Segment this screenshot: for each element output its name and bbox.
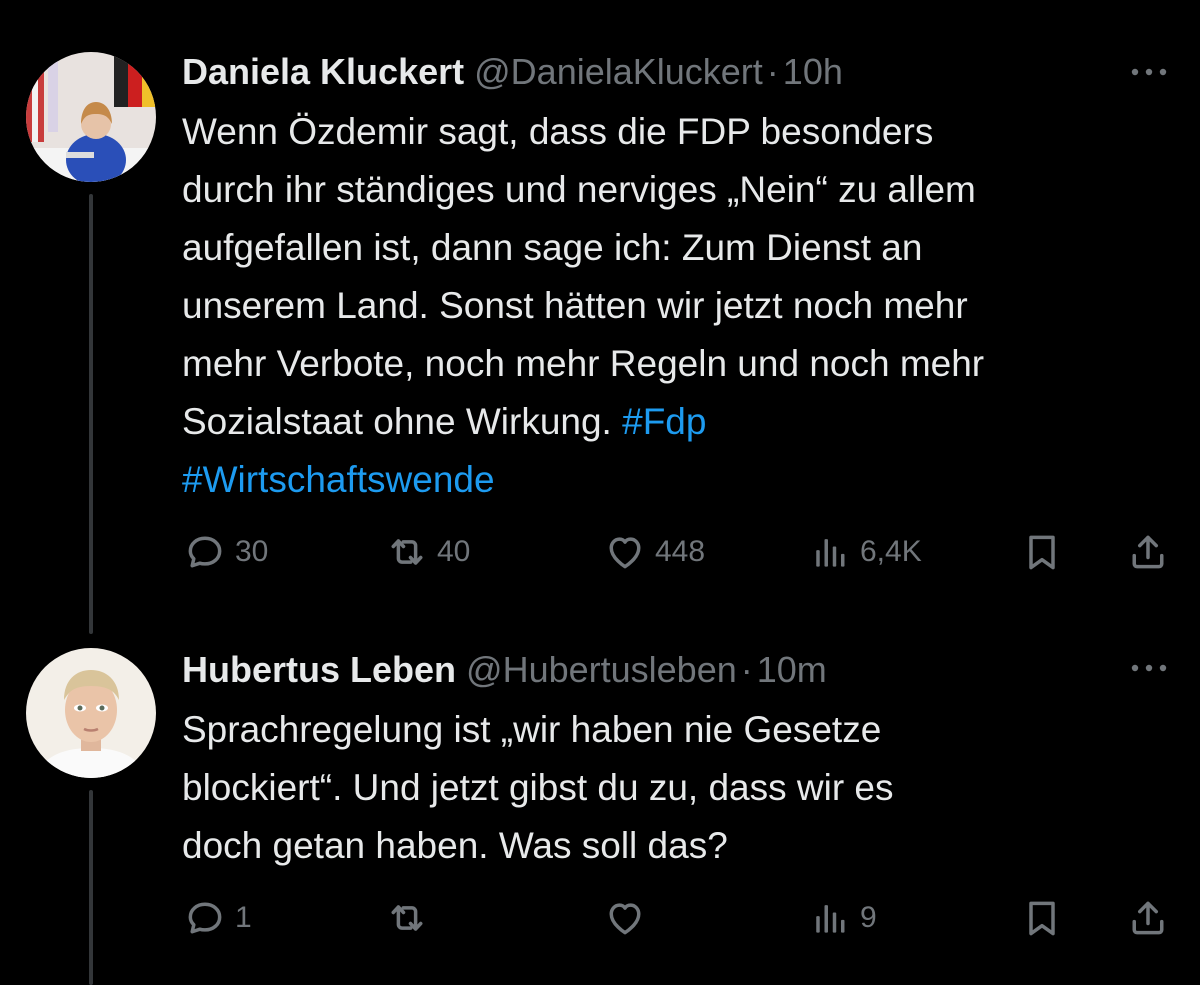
avatar-photo	[26, 648, 156, 778]
views-count: 6,4K	[860, 535, 922, 568]
share-button[interactable]	[1126, 893, 1170, 943]
tweet-header: Daniela Kluckert @DanielaKluckert · 10h	[182, 50, 843, 94]
repost-icon	[385, 530, 429, 574]
reply-icon	[183, 530, 227, 574]
reply-icon	[183, 896, 227, 940]
views-button[interactable]: 9	[808, 893, 877, 943]
views-icon	[808, 896, 852, 940]
separator: ·	[740, 649, 753, 690]
author-handle[interactable]: @Hubertusleben	[466, 649, 737, 690]
thread-line	[89, 790, 93, 985]
separator: ·	[766, 51, 779, 92]
avatar[interactable]	[26, 52, 156, 182]
more-horizontal-icon	[1131, 68, 1167, 76]
repost-button[interactable]	[385, 893, 437, 943]
avatar[interactable]	[26, 648, 156, 778]
tweet-body: Wenn Özdemir sagt, dass die FDP besonder…	[182, 111, 985, 442]
bookmark-button[interactable]	[1020, 527, 1064, 577]
like-button[interactable]: 448	[603, 527, 705, 577]
share-button[interactable]	[1126, 527, 1170, 577]
reply-button[interactable]: 30	[183, 527, 268, 577]
views-icon	[808, 530, 852, 574]
hashtag-link[interactable]: #Wirtschaftswende	[182, 459, 495, 500]
views-count: 9	[860, 901, 877, 934]
bookmark-button[interactable]	[1020, 893, 1064, 943]
tweet[interactable]: Daniela Kluckert @DanielaKluckert · 10h Wen…	[0, 0, 1200, 640]
action-bar: 30 40 448 6,4K	[0, 527, 1200, 577]
tweet-text: Sprachregelung ist „wir haben nie Gesetz…	[182, 709, 894, 866]
reply-count: 1	[235, 901, 252, 934]
share-icon	[1126, 896, 1170, 940]
author-handle[interactable]: @DanielaKluckert	[474, 51, 763, 92]
tweet[interactable]: Hubertus Leben @Hubertusleben · 10m Sprachr…	[0, 640, 1200, 985]
share-icon	[1126, 530, 1170, 574]
reply-button[interactable]: 1	[183, 893, 252, 943]
action-bar: 1 9	[0, 893, 1200, 943]
repost-count: 40	[437, 535, 471, 568]
views-button[interactable]: 6,4K	[808, 527, 922, 577]
author-name[interactable]: Hubertus Leben	[182, 649, 456, 690]
like-icon	[603, 896, 647, 940]
more-horizontal-icon	[1131, 664, 1167, 672]
more-options-button[interactable]	[1126, 62, 1172, 82]
avatar-photo	[26, 52, 156, 182]
timestamp[interactable]: 10h	[783, 51, 843, 92]
tweet-text: Wenn Özdemir sagt, dass die FDP besonder…	[182, 103, 1172, 509]
repost-button[interactable]: 40	[385, 527, 470, 577]
reply-count: 30	[235, 535, 269, 568]
like-button[interactable]	[603, 893, 655, 943]
tweet-header: Hubertus Leben @Hubertusleben · 10m	[182, 648, 827, 692]
like-icon	[603, 530, 647, 574]
bookmark-icon	[1020, 530, 1064, 574]
like-count: 448	[655, 535, 706, 568]
timestamp[interactable]: 10m	[757, 649, 827, 690]
hashtag-link[interactable]: #Fdp	[622, 401, 706, 442]
repost-icon	[385, 896, 429, 940]
more-options-button[interactable]	[1126, 658, 1172, 678]
author-name[interactable]: Daniela Kluckert	[182, 51, 464, 92]
bookmark-icon	[1020, 896, 1064, 940]
